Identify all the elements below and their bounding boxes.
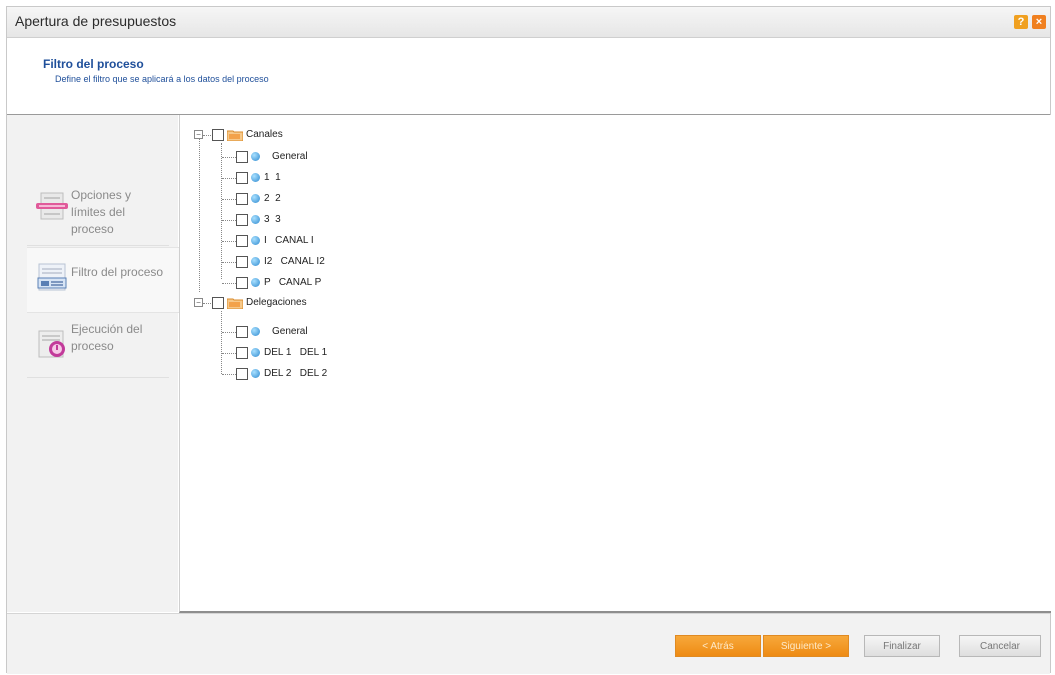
wizard-footer: < Atrás Siguiente > Finalizar Cancelar <box>7 613 1050 674</box>
leaf-icon <box>251 369 260 378</box>
tree-group-label: Delegaciones <box>246 297 307 308</box>
tree-leaf-label: I2 CANAL I2 <box>264 256 325 267</box>
leaf-checkbox[interactable] <box>236 235 248 247</box>
close-icon[interactable]: × <box>1032 15 1046 29</box>
leaf-icon <box>251 173 260 182</box>
tree-group-label: Canales <box>246 129 283 140</box>
leaf-checkbox[interactable] <box>236 326 248 338</box>
step-subtitle: Define el filtro que se aplicará a los d… <box>55 74 269 84</box>
tree-group-canales[interactable]: − Canales <box>194 127 394 143</box>
tree-connector <box>222 157 236 158</box>
leaf-checkbox[interactable] <box>236 256 248 268</box>
execution-icon <box>35 329 69 359</box>
step-header: Filtro del proceso Define el filtro que … <box>7 38 1050 115</box>
tree-connector <box>222 283 236 284</box>
tree-connector <box>222 178 236 179</box>
tree-leaf[interactable]: General <box>236 149 436 165</box>
leaf-icon <box>251 152 260 161</box>
folder-icon <box>226 129 244 142</box>
tree-connector <box>221 311 222 374</box>
step-execution[interactable]: Ejecución del proceso <box>27 313 169 378</box>
tree-group-delegaciones[interactable]: − Delegaciones <box>194 295 394 311</box>
window-title: Apertura de presupuestos <box>15 13 177 29</box>
step-title: Filtro del proceso <box>43 57 144 71</box>
tree-leaf-label: DEL 2 DEL 2 <box>264 368 328 379</box>
step-filter[interactable]: Filtro del proceso <box>27 247 179 313</box>
collapse-icon[interactable]: − <box>194 298 203 307</box>
filter-tree-panel[interactable]: − Canales General 1 1 2 2 3 3 I CANAL I … <box>179 115 1051 613</box>
leaf-checkbox[interactable] <box>236 277 248 289</box>
group-checkbox[interactable] <box>212 129 224 141</box>
tree-leaf-label: 2 2 <box>264 193 281 204</box>
tree-connector <box>199 139 200 292</box>
folder-icon <box>226 297 244 310</box>
tree-connector <box>222 374 236 375</box>
leaf-icon <box>251 278 260 287</box>
next-button[interactable]: Siguiente > <box>763 635 849 657</box>
tree-leaf[interactable]: P CANAL P <box>236 275 436 291</box>
filter-icon <box>35 262 69 292</box>
leaf-icon <box>251 257 260 266</box>
tree-connector <box>222 262 236 263</box>
wizard-steps-sidebar: Opciones y límites del proceso Filtro de… <box>7 115 179 612</box>
tree-leaf[interactable]: I CANAL I <box>236 233 436 249</box>
tree-connector <box>221 143 222 279</box>
tree-connector <box>222 241 236 242</box>
tree-leaf-label: DEL 1 DEL 1 <box>264 347 328 358</box>
options-icon <box>35 191 69 221</box>
tree-connector <box>222 220 236 221</box>
title-bar[interactable]: Apertura de presupuestos ? × <box>7 7 1050 38</box>
tree-leaf[interactable]: 3 3 <box>236 212 436 228</box>
leaf-icon <box>251 215 260 224</box>
step-label: Opciones y límites del proceso <box>71 188 132 236</box>
collapse-icon[interactable]: − <box>194 130 203 139</box>
tree-leaf[interactable]: I2 CANAL I2 <box>236 254 436 270</box>
tree-leaf[interactable]: DEL 2 DEL 2 <box>236 366 436 382</box>
help-icon[interactable]: ? <box>1014 15 1028 29</box>
leaf-checkbox[interactable] <box>236 172 248 184</box>
leaf-icon <box>251 236 260 245</box>
dialog-window: Apertura de presupuestos ? × Filtro del … <box>6 6 1051 674</box>
leaf-icon <box>251 327 260 336</box>
leaf-icon <box>251 348 260 357</box>
tree-leaf-label: General <box>272 326 308 337</box>
back-button[interactable]: < Atrás <box>675 635 761 657</box>
tree-leaf[interactable]: General <box>236 324 436 340</box>
tree-leaf[interactable]: 2 2 <box>236 191 436 207</box>
group-checkbox[interactable] <box>212 297 224 309</box>
tree-leaf-label: I CANAL I <box>264 235 314 246</box>
leaf-icon <box>251 194 260 203</box>
tree-leaf-label: 3 3 <box>264 214 281 225</box>
leaf-checkbox[interactable] <box>236 214 248 226</box>
tree-connector <box>222 199 236 200</box>
leaf-checkbox[interactable] <box>236 347 248 359</box>
leaf-checkbox[interactable] <box>236 151 248 163</box>
tree-leaf-label: P CANAL P <box>264 277 322 288</box>
cancel-button[interactable]: Cancelar <box>959 635 1041 657</box>
tree-connector <box>222 353 236 354</box>
tree-leaf-label: 1 1 <box>264 172 281 183</box>
step-label: Filtro del proceso <box>71 265 164 279</box>
leaf-checkbox[interactable] <box>236 368 248 380</box>
tree-leaf[interactable]: DEL 1 DEL 1 <box>236 345 436 361</box>
filter-tree[interactable]: − Canales General 1 1 2 2 3 3 I CANAL I … <box>180 115 1051 611</box>
tree-leaf[interactable]: 1 1 <box>236 170 436 186</box>
tree-connector <box>222 332 236 333</box>
finish-button[interactable]: Finalizar <box>864 635 940 657</box>
tree-leaf-label: General <box>272 151 308 162</box>
leaf-checkbox[interactable] <box>236 193 248 205</box>
step-options-limits[interactable]: Opciones y límites del proceso <box>27 181 169 246</box>
step-label: Ejecución del proceso <box>71 322 143 353</box>
